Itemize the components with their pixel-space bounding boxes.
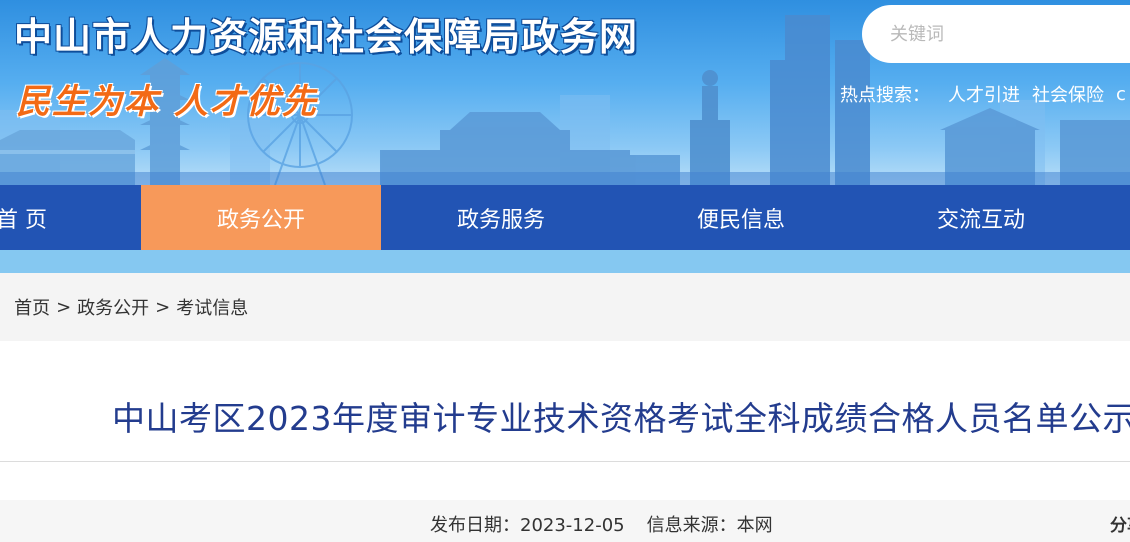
nav-item-services[interactable]: 政务服务 [381,185,621,250]
site-title: 中山市人力资源和社会保障局政务网 [14,15,639,59]
publish-date: 2023-12-05 [520,515,625,536]
hot-search: 热点搜索： 人才引进 社会保险 c [840,80,1130,108]
article-meta: 发布日期：2023-12-05 信息来源：本网 [430,511,773,537]
breadcrumb-separator: > [155,296,171,318]
site-banner: 中山市人力资源和社会保障局政务网 民生为本 人才优先 热点搜索： 人才引进 社会… [0,0,1130,185]
nav-item-label: 便民信息 [696,207,785,233]
hot-search-link[interactable]: 人才引进 [948,81,1020,107]
breadcrumb-lead: : [0,297,2,318]
publish-date-label: 发布日期： [430,515,520,536]
nav-item-interaction[interactable]: 交流互动 [861,185,1101,250]
nav-item-label: 首 页 [0,207,47,233]
title-divider [0,461,1130,462]
nav-item-label: 交流互动 [936,207,1025,233]
search-input[interactable] [890,23,1120,45]
nav-item-home[interactable]: 首 页 [0,185,141,250]
breadcrumb-home[interactable]: 首页 [14,294,50,320]
breadcrumb-separator: > [56,296,72,318]
source-value: 本网 [736,515,773,536]
nav-item-government-affairs[interactable]: 政务公开 [141,185,381,250]
article-meta-bar: 发布日期：2023-12-05 信息来源：本网 分享 [0,500,1130,542]
search-box[interactable] [862,5,1130,63]
breadcrumb-exam-info[interactable]: 考试信息 [176,294,248,320]
nav-item-label: 政务服务 [456,207,545,233]
nav-item-label: 政务公开 [216,207,305,233]
article-title: 中山考区2023年度审计专业技术资格考试全科成绩合格人员名单公示 [112,399,1130,438]
breadcrumb: : 首页 > 政务公开 > 考试信息 [0,273,1130,341]
share-label[interactable]: 分享 [1110,511,1130,536]
hot-search-link[interactable]: 社会保险 [1032,81,1104,107]
source-label: 信息来源： [646,515,737,536]
breadcrumb-government-affairs[interactable]: 政务公开 [77,294,149,320]
sub-nav-bar [0,250,1130,273]
main-nav: 首 页 政务公开 政务服务 便民信息 交流互动 [0,185,1130,250]
hot-search-link[interactable]: c [1116,84,1126,105]
nav-item-public-info[interactable]: 便民信息 [621,185,861,250]
hot-search-label: 热点搜索： [840,85,930,106]
site-slogan: 民生为本 人才优先 [16,82,318,122]
